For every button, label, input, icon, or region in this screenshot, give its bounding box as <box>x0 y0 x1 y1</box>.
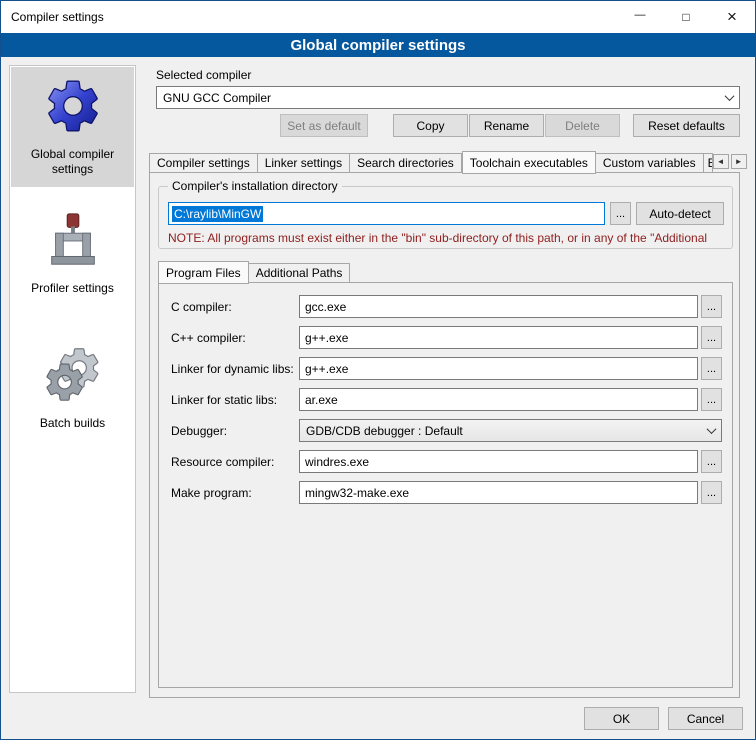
rename-button[interactable]: Rename <box>469 114 544 137</box>
field-row-cpp-compiler: C++ compiler: ... <box>171 326 722 349</box>
field-row-make-program: Make program: ... <box>171 481 722 504</box>
minimize-button[interactable]: — <box>617 1 663 33</box>
sidebar-item-label: Global compiler settings <box>13 147 132 177</box>
tab-compiler-settings[interactable]: Compiler settings <box>149 153 258 173</box>
cancel-button[interactable]: Cancel <box>668 707 743 730</box>
profiler-clamp-icon <box>42 209 104 271</box>
tab-scroll-right-icon[interactable]: ► <box>731 154 747 169</box>
field-label: Linker for dynamic libs: <box>171 362 299 376</box>
field-label: Make program: <box>171 486 299 500</box>
autodetect-button[interactable]: Auto-detect <box>636 202 724 225</box>
c-compiler-input[interactable] <box>299 295 698 318</box>
browse-button[interactable]: ... <box>701 357 722 380</box>
resource-compiler-input[interactable] <box>299 450 698 473</box>
delete-button[interactable]: Delete <box>545 114 620 137</box>
tab-build-options-truncated[interactable]: Buil <box>704 153 713 173</box>
browse-button[interactable]: ... <box>701 326 722 349</box>
tab-program-files[interactable]: Program Files <box>158 261 249 284</box>
dialog-footer: OK Cancel <box>584 707 743 730</box>
installation-directory-value: C:\raylib\MinGW <box>172 206 263 222</box>
compiler-settings-window: Compiler settings — □ × Global compiler … <box>0 0 756 740</box>
maximize-icon: □ <box>682 10 689 24</box>
reset-defaults-button[interactable]: Reset defaults <box>633 114 740 137</box>
program-files-tab-strip: Program Files Additional Paths <box>158 261 350 283</box>
tab-scroll-left-icon[interactable]: ◄ <box>713 154 729 169</box>
program-files-panel: C compiler: ... C++ compiler: ... Linker… <box>158 282 733 688</box>
tab-additional-paths[interactable]: Additional Paths <box>249 263 351 283</box>
field-row-debugger: Debugger: GDB/CDB debugger : Default <box>171 419 722 442</box>
field-row-linker-dynamic: Linker for dynamic libs: ... <box>171 357 722 380</box>
sidebar-item-global-compiler-settings[interactable]: Global compiler settings <box>11 67 134 187</box>
field-row-c-compiler: C compiler: ... <box>171 295 722 318</box>
close-icon: × <box>727 7 737 27</box>
page-title: Global compiler settings <box>1 33 755 57</box>
ok-button[interactable]: OK <box>584 707 659 730</box>
window-controls: — □ × <box>617 1 755 33</box>
field-label: Resource compiler: <box>171 455 299 469</box>
field-row-linker-static: Linker for static libs: ... <box>171 388 722 411</box>
installation-directory-row: C:\raylib\MinGW ... Auto-detect <box>168 202 724 225</box>
maximize-button[interactable]: □ <box>663 1 709 33</box>
blue-gear-icon <box>42 75 104 137</box>
tab-linker-settings[interactable]: Linker settings <box>258 153 350 173</box>
field-label: C compiler: <box>171 300 299 314</box>
field-label: C++ compiler: <box>171 331 299 345</box>
chevron-down-icon <box>725 91 735 101</box>
window-title: Compiler settings <box>1 10 104 24</box>
gray-gears-icon <box>42 344 104 406</box>
field-row-resource-compiler: Resource compiler: ... <box>171 450 722 473</box>
installation-directory-input[interactable]: C:\raylib\MinGW <box>168 202 605 225</box>
cpp-compiler-input[interactable] <box>299 326 698 349</box>
field-label: Linker for static libs: <box>171 393 299 407</box>
sidebar-item-batch-builds[interactable]: Batch builds <box>11 336 134 441</box>
tab-scroll-arrows: ◄ ► <box>713 154 747 169</box>
minimize-icon: — <box>635 9 646 21</box>
chevron-down-icon <box>707 424 717 434</box>
compiler-buttons-row: Set as default Copy Rename Delete Reset … <box>156 114 740 137</box>
group-title: Compiler's installation directory <box>168 179 342 193</box>
selected-compiler-select[interactable]: GNU GCC Compiler <box>156 86 740 109</box>
debugger-value: GDB/CDB debugger : Default <box>306 424 708 438</box>
tab-toolchain-executables[interactable]: Toolchain executables <box>462 151 596 174</box>
make-program-input[interactable] <box>299 481 698 504</box>
linker-static-input[interactable] <box>299 388 698 411</box>
close-button[interactable]: × <box>709 1 755 33</box>
copy-button[interactable]: Copy <box>393 114 468 137</box>
set-as-default-button[interactable]: Set as default <box>280 114 368 137</box>
browse-button[interactable]: ... <box>701 450 722 473</box>
page-title-text: Global compiler settings <box>290 37 465 54</box>
selected-compiler-value: GNU GCC Compiler <box>163 91 726 105</box>
linker-dynamic-input[interactable] <box>299 357 698 380</box>
debugger-select[interactable]: GDB/CDB debugger : Default <box>299 419 722 442</box>
selected-compiler-label: Selected compiler <box>156 68 251 82</box>
tab-custom-variables[interactable]: Custom variables <box>596 153 704 173</box>
installation-directory-group: Compiler's installation directory C:\ray… <box>158 186 733 249</box>
directory-browse-button[interactable]: ... <box>610 202 631 225</box>
sidebar-item-profiler-settings[interactable]: Profiler settings <box>11 201 134 306</box>
note-text: NOTE: All programs must exist either in … <box>168 231 731 245</box>
sidebar-item-label: Batch builds <box>40 416 105 431</box>
toolchain-executables-panel: Compiler's installation directory C:\ray… <box>149 172 740 698</box>
settings-category-sidebar: Global compiler settings Profiler settin… <box>9 65 136 693</box>
browse-button[interactable]: ... <box>701 295 722 318</box>
tab-search-directories[interactable]: Search directories <box>350 153 462 173</box>
field-label: Debugger: <box>171 424 299 438</box>
titlebar[interactable]: Compiler settings — □ × <box>1 1 755 33</box>
settings-tab-strip: Compiler settings Linker settings Search… <box>149 150 740 173</box>
browse-button[interactable]: ... <box>701 388 722 411</box>
browse-button[interactable]: ... <box>701 481 722 504</box>
sidebar-item-label: Profiler settings <box>31 281 114 296</box>
